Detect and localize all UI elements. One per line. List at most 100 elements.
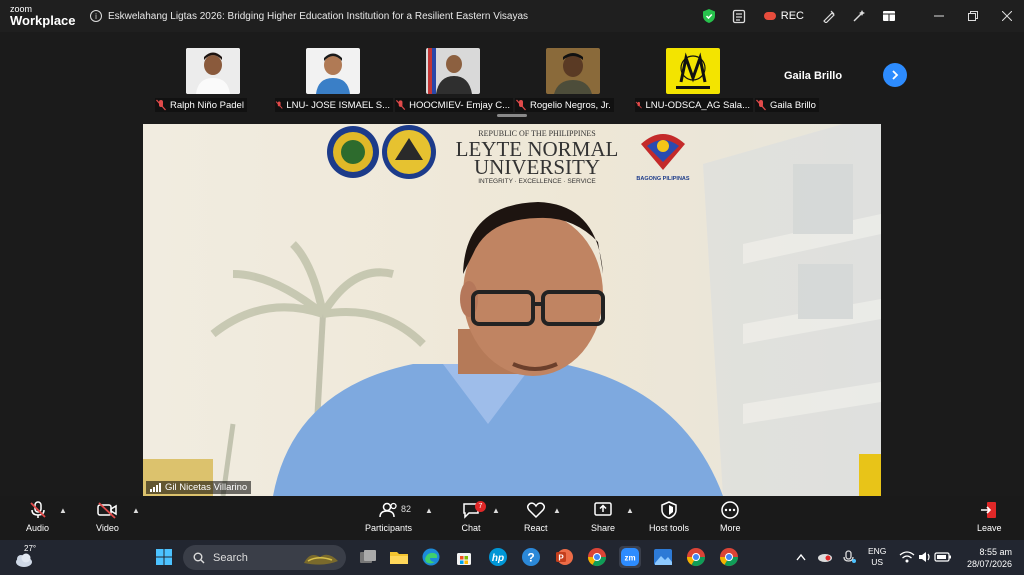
windows-taskbar: 27° Search hp ? P zm ENG US 8:55 am 28/0… (0, 540, 1024, 575)
recording-indicator[interactable]: REC (763, 10, 804, 22)
svg-text:?: ? (527, 551, 534, 565)
share-button[interactable]: Share (591, 500, 615, 533)
language-indicator[interactable]: ENG US (868, 546, 886, 568)
more-label: More (720, 523, 741, 533)
react-options-caret[interactable]: ▲ (553, 506, 561, 515)
participant-video (426, 48, 480, 94)
participant-video (666, 48, 720, 94)
heart-icon (526, 502, 545, 519)
encryption-shield-icon[interactable] (694, 0, 724, 32)
view-layout-icon[interactable] (874, 0, 904, 32)
weather-widget[interactable]: 27° (14, 544, 38, 570)
bagong-pilipinas-label: BAGONG PILIPINAS (636, 176, 690, 182)
cloud-icon (16, 553, 32, 567)
speaker-name: Gil Nicetas Villarino (165, 482, 248, 493)
chat-label: Chat (461, 523, 481, 533)
close-button[interactable] (990, 0, 1024, 32)
chrome-profile-icon[interactable] (718, 546, 740, 568)
restore-button[interactable] (956, 0, 990, 32)
participant-label: HOOCMIEV- Emjay C... (395, 98, 513, 112)
mic-muted-icon (156, 99, 166, 111)
mic-muted-icon (516, 99, 526, 111)
search-placeholder: Search (213, 551, 248, 564)
search-highlight-icon (304, 554, 338, 565)
recording-tray-icon[interactable] (814, 546, 836, 568)
more-icon (721, 501, 739, 519)
rec-label: REC (780, 10, 804, 22)
participant-label: Rogelio Negros, Jr. (515, 98, 614, 112)
zoom-logo: zoom Workplace (0, 5, 90, 28)
hp-app-icon[interactable]: hp (487, 546, 509, 568)
zoom-app-icon[interactable]: zm (619, 546, 641, 568)
clock-date: 28/07/2026 (966, 559, 1012, 569)
participants-options-caret[interactable]: ▲ (425, 506, 433, 515)
participants-label: Participants (365, 523, 413, 533)
react-button[interactable]: React (524, 500, 548, 533)
taskbar-clock[interactable]: 8:55 am 28/07/2026 (967, 546, 1012, 570)
participant-label: Ralph Niño Padel (155, 98, 247, 112)
annotate-icon[interactable] (814, 0, 844, 32)
audio-button[interactable]: Audio (26, 500, 49, 533)
speaker-name-label: Gil Nicetas Villarino (146, 481, 252, 494)
participant-video (186, 48, 240, 94)
powerpoint-icon[interactable]: P (553, 546, 575, 568)
weather-temp: 27° (24, 544, 37, 553)
chrome-profile-icon[interactable] (685, 546, 707, 568)
college-seal-logo (382, 125, 436, 179)
participant-tile[interactable]: Rogelio Negros, Jr. (515, 46, 635, 112)
task-view-icon[interactable] (357, 546, 379, 568)
participant-label: LNU-ODSCA_AG Sala... (635, 98, 753, 112)
mic-muted-icon (275, 101, 283, 109)
audio-options-caret[interactable]: ▲ (59, 506, 67, 515)
participant-tile[interactable]: LNU- JOSE ISMAEL S... (275, 46, 395, 112)
start-button[interactable] (153, 546, 175, 568)
react-label: React (524, 523, 548, 533)
active-speaker-video: REPUBLIC OF THE PHILIPPINES LEYTE NORMAL… (143, 124, 881, 496)
leave-button[interactable]: Leave (977, 500, 1002, 533)
share-label: Share (591, 523, 616, 533)
microsoft-store-icon[interactable] (453, 546, 475, 568)
chat-unread-badge: 7 (475, 501, 486, 512)
photos-app-icon[interactable] (652, 546, 674, 568)
chevron-right-icon (892, 70, 899, 80)
microphone-tray-icon[interactable] (838, 546, 860, 568)
participants-count: 82 (401, 504, 412, 514)
participant-tile[interactable]: LNU-ODSCA_AG Sala... (635, 46, 755, 112)
chevron-up-icon[interactable] (790, 546, 812, 568)
ai-companion-icon[interactable] (844, 0, 874, 32)
edge-browser-icon[interactable] (420, 546, 442, 568)
share-options-caret[interactable]: ▲ (626, 506, 634, 515)
participant-tile[interactable]: HOOCMIEV- Emjay C... (395, 46, 515, 112)
mic-muted-icon (635, 101, 642, 109)
help-app-icon[interactable]: ? (520, 546, 542, 568)
video-button[interactable]: Video (96, 500, 119, 533)
host-tools-button[interactable]: Host tools (649, 500, 689, 533)
next-page-button[interactable] (883, 63, 907, 87)
participant-video (546, 48, 600, 94)
zoom-window: zoom Workplace i Eskwelahang Ligtas 2026… (0, 0, 1024, 575)
chrome-icon[interactable] (586, 546, 608, 568)
video-label: Video (96, 523, 119, 533)
minimize-button[interactable] (922, 0, 956, 32)
audio-label: Audio (26, 523, 50, 533)
strip-resize-handle[interactable] (497, 114, 527, 117)
mic-muted-icon (29, 501, 46, 518)
taskbar-search-box[interactable]: Search (183, 545, 346, 570)
participant-name: LNU- JOSE ISMAEL S... (286, 99, 390, 111)
share-screen-icon (594, 502, 612, 516)
signal-strength-icon (150, 483, 161, 492)
notes-icon[interactable] (724, 0, 754, 32)
university-name-line2: UNIVERSITY (474, 155, 600, 179)
leave-icon (981, 502, 997, 518)
participant-thumbnail-strip: Ralph Niño Padel LNU- JOSE ISMAEL S... H… (0, 32, 1024, 120)
mic-muted-icon (756, 99, 766, 111)
battery-icon[interactable] (932, 546, 954, 568)
more-button[interactable]: More (720, 500, 741, 533)
chat-options-caret[interactable]: ▲ (492, 506, 500, 515)
video-options-caret[interactable]: ▲ (132, 506, 140, 515)
file-explorer-icon[interactable] (388, 546, 410, 568)
participant-label: LNU- JOSE ISMAEL S... (275, 98, 393, 112)
info-icon[interactable]: i (90, 10, 102, 22)
participant-label: Gaila Brillo (755, 98, 819, 112)
participant-tile[interactable]: Ralph Niño Padel (155, 46, 275, 112)
